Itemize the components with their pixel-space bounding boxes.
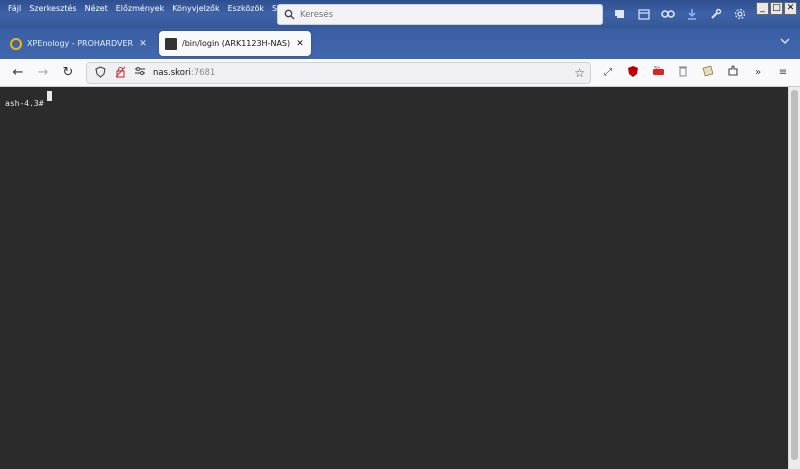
- tab-bar: XPEnology - PROHARDVER! Hozzá ✕ /bin/log…: [0, 28, 800, 59]
- terminal-area[interactable]: ash-4.3#: [0, 87, 800, 469]
- tab-bin-login[interactable]: /bin/login (ARK1123H-NAS) ✕: [159, 31, 311, 56]
- wrench-icon[interactable]: [708, 6, 724, 22]
- overflow-chevrons-icon[interactable]: »: [750, 65, 766, 81]
- minimize-button[interactable]: _: [756, 2, 769, 15]
- settings-gear-icon[interactable]: [732, 6, 748, 22]
- extension-icons: ⤢ You » ≡: [600, 65, 791, 81]
- private-mask-icon[interactable]: [660, 6, 676, 22]
- search-input[interactable]: [300, 9, 590, 20]
- synced-tabs-icon[interactable]: [612, 6, 628, 22]
- terminal-cursor: [46, 91, 52, 101]
- scroll-paper-icon[interactable]: [700, 65, 716, 81]
- close-tab-icon[interactable]: ✕: [138, 39, 148, 49]
- toolbar-icons: [612, 6, 748, 22]
- forward-arrow-icon[interactable]: →: [35, 65, 51, 81]
- back-arrow-icon[interactable]: ←: [10, 65, 26, 81]
- window-controls: _ □ ✕: [756, 2, 797, 15]
- shell-prompt: ash-4.3#: [5, 99, 44, 108]
- svg-text:You: You: [654, 66, 660, 70]
- menu-history[interactable]: Előzmények: [112, 3, 168, 15]
- tab-label: XPEnology - PROHARDVER! Hozzá: [27, 39, 134, 48]
- menu-edit[interactable]: Szerkesztés: [25, 3, 80, 15]
- maximize-button[interactable]: □: [770, 2, 783, 15]
- reload-icon[interactable]: ↻: [60, 65, 76, 81]
- ublock-origin-icon[interactable]: [625, 65, 641, 81]
- insecure-lock-icon[interactable]: [113, 66, 127, 80]
- navigation-bar: ← → ↻ nas.skori:7681 ☆ ⤢ You » ≡: [0, 59, 800, 87]
- menu-view[interactable]: Nézet: [81, 3, 112, 15]
- tab-label: /bin/login (ARK1123H-NAS): [182, 39, 291, 48]
- extensions-puzzle-icon[interactable]: [725, 65, 741, 81]
- shield-icon[interactable]: [93, 66, 107, 80]
- scrollbar-thumb[interactable]: [791, 90, 798, 460]
- tab-xpenology[interactable]: XPEnology - PROHARDVER! Hozzá ✕: [4, 31, 154, 56]
- url-host: nas.skori: [153, 68, 191, 78]
- menu-bookmarks[interactable]: Könyvjelzők: [168, 3, 223, 15]
- menu-file[interactable]: Fájl: [4, 3, 25, 15]
- terminal-favicon-icon: [165, 37, 177, 50]
- bookmark-star-icon[interactable]: ☆: [574, 66, 585, 80]
- close-window-button[interactable]: ✕: [784, 2, 797, 15]
- xpenology-favicon-icon: [10, 37, 22, 50]
- permissions-icon[interactable]: [133, 66, 147, 80]
- trash-icon[interactable]: [675, 65, 691, 81]
- close-tab-icon[interactable]: ✕: [295, 39, 305, 49]
- search-icon: [284, 9, 296, 21]
- tab-list-chevron-icon[interactable]: [780, 37, 790, 48]
- sidebar-icon[interactable]: [636, 6, 652, 22]
- title-menu-bar: Fájl Szerkesztés Nézet Előzmények Könyvj…: [0, 0, 800, 28]
- download-icon[interactable]: [684, 6, 700, 22]
- youtube-icon[interactable]: You: [650, 65, 666, 81]
- menu-bar: Fájl Szerkesztés Nézet Előzmények Könyvj…: [4, 3, 296, 15]
- hamburger-menu-icon[interactable]: ≡: [775, 65, 791, 81]
- url-bar[interactable]: nas.skori:7681 ☆: [86, 62, 591, 84]
- menu-tools[interactable]: Eszközök: [224, 3, 268, 15]
- search-box[interactable]: [277, 4, 603, 25]
- fullscreen-arrows-icon[interactable]: ⤢: [600, 65, 616, 81]
- url-port: :7681: [190, 68, 216, 78]
